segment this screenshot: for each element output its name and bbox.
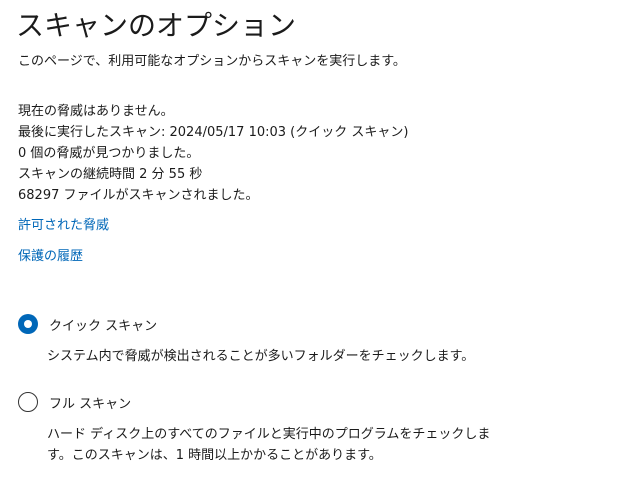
full-scan-description: ハード ディスク上のすべてのファイルと実行中のプログラムをチェックします。このス…: [47, 427, 491, 463]
last-scan-text: 最後に実行したスキャン: 2024/05/17 10:03 (クイック スキャン…: [18, 125, 409, 140]
quick-scan-option[interactable]: クイック スキャン: [18, 314, 157, 334]
quick-scan-label[interactable]: クイック スキャン: [49, 315, 157, 334]
full-scan-radio[interactable]: [18, 392, 38, 412]
allowed-threats-link[interactable]: 許可された脅威: [18, 214, 109, 233]
scan-status: 現在の脅威はありません。 最後に実行したスキャン: 2024/05/17 10:…: [18, 101, 408, 206]
threat-status-text: 現在の脅威はありません。: [18, 104, 174, 119]
quick-scan-description: システム内で脅威が検出されることが多いフォルダーをチェックします。: [47, 349, 475, 364]
protection-history-link[interactable]: 保護の履歴: [18, 245, 83, 264]
page-title: スキャンのオプション: [16, 9, 297, 42]
threats-found-text: 0 個の脅威が見つかりました。: [18, 146, 200, 161]
scan-duration-text: スキャンの継続時間 2 分 55 秒: [18, 167, 203, 182]
radio-selected-dot: [24, 320, 32, 328]
full-scan-label[interactable]: フル スキャン: [49, 393, 131, 412]
files-scanned-text: 68297 ファイルがスキャンされました。: [18, 188, 259, 203]
quick-scan-radio[interactable]: [18, 314, 38, 334]
full-scan-option[interactable]: フル スキャン: [18, 392, 131, 412]
page-subtitle: このページで、利用可能なオプションからスキャンを実行します。: [18, 54, 406, 69]
